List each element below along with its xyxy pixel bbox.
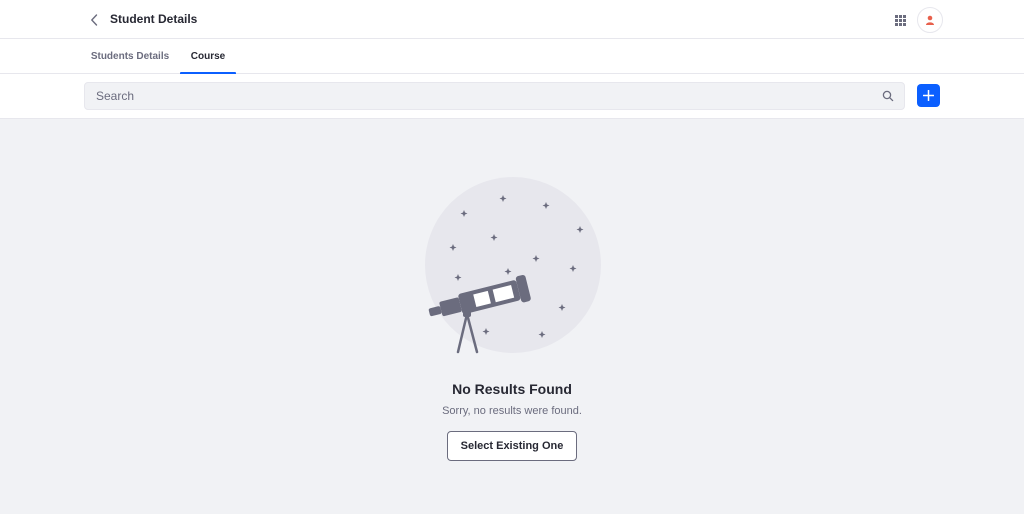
empty-state-title: No Results Found [452, 381, 572, 397]
add-button[interactable] [917, 84, 940, 107]
search-input[interactable] [85, 83, 875, 109]
empty-state: No Results Found Sorry, no results were … [0, 120, 1024, 514]
user-icon [926, 15, 934, 25]
tab-bar: Students Details Course [0, 39, 1024, 75]
top-bar: Student Details [0, 0, 1024, 39]
chevron-left-icon [91, 14, 98, 26]
plus-icon [923, 90, 934, 101]
telescope-stars-illustration [425, 177, 601, 354]
apps-grid-icon [894, 14, 906, 26]
tab-course[interactable]: Course [180, 39, 236, 75]
page-title: Student Details [110, 12, 198, 26]
select-existing-button[interactable]: Select Existing One [447, 431, 577, 461]
user-avatar[interactable] [917, 7, 943, 33]
tab-students-details[interactable]: Students Details [84, 39, 176, 74]
empty-state-description: Sorry, no results were found. [442, 405, 582, 417]
search-icon[interactable] [882, 90, 894, 102]
back-button[interactable] [86, 11, 102, 29]
apps-button[interactable] [891, 11, 909, 29]
search-box [84, 82, 905, 110]
management-bar [0, 74, 1024, 119]
